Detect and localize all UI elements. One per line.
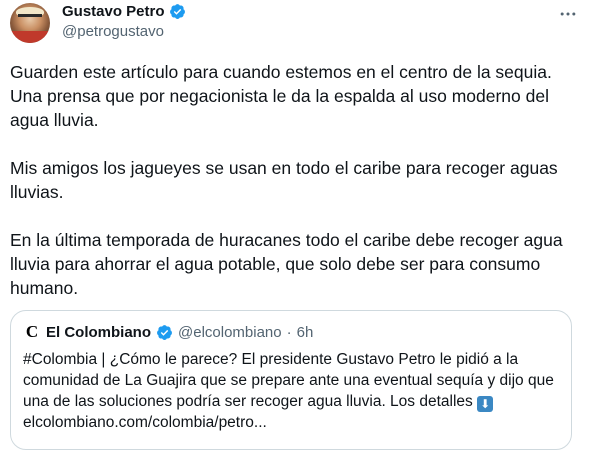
quoted-timestamp: 6h xyxy=(296,323,314,341)
author-name[interactable]: Gustavo Petro xyxy=(62,3,165,20)
more-options-icon[interactable] xyxy=(553,4,583,24)
tweet-text: Guarden este artículo para cuando estemo… xyxy=(10,60,585,324)
tweet-paragraph: Guarden este artículo para cuando estemo… xyxy=(10,62,552,130)
quoted-author-logo: C xyxy=(23,322,41,341)
verified-badge-icon xyxy=(157,324,172,340)
down-arrow-icon: ⬇ xyxy=(477,396,494,412)
quoted-tweet-text: #Colombia | ¿Cómo le parece? El presiden… xyxy=(23,349,561,433)
avatar-scarf xyxy=(10,31,50,43)
author-name-row[interactable]: Gustavo Petro xyxy=(62,3,186,20)
avatar[interactable] xyxy=(10,3,50,43)
tweet-paragraph: Mis amigos los jagueyes se usan en todo … xyxy=(10,158,558,202)
quoted-body: #Colombia | ¿Cómo le parece? El presiden… xyxy=(23,351,554,410)
quoted-tweet[interactable]: C El Colombiano @elcolombiano · 6h #Colo… xyxy=(10,310,572,450)
author-handle[interactable]: @petrogustavo xyxy=(62,23,164,40)
verified-badge-icon xyxy=(169,4,185,19)
quoted-link: elcolombiano.com/colombia/petro... xyxy=(23,414,267,431)
separator-dot: · xyxy=(286,323,292,341)
avatar-hat-band xyxy=(18,14,42,17)
ellipsis-icon xyxy=(560,12,576,16)
tweet-paragraph: En la última temporada de huracanes todo… xyxy=(10,230,563,298)
quoted-author-handle: @elcolombiano xyxy=(178,323,282,341)
quoted-author-name: El Colombiano xyxy=(46,323,151,341)
quoted-tweet-header: C El Colombiano @elcolombiano · 6h xyxy=(23,322,314,341)
